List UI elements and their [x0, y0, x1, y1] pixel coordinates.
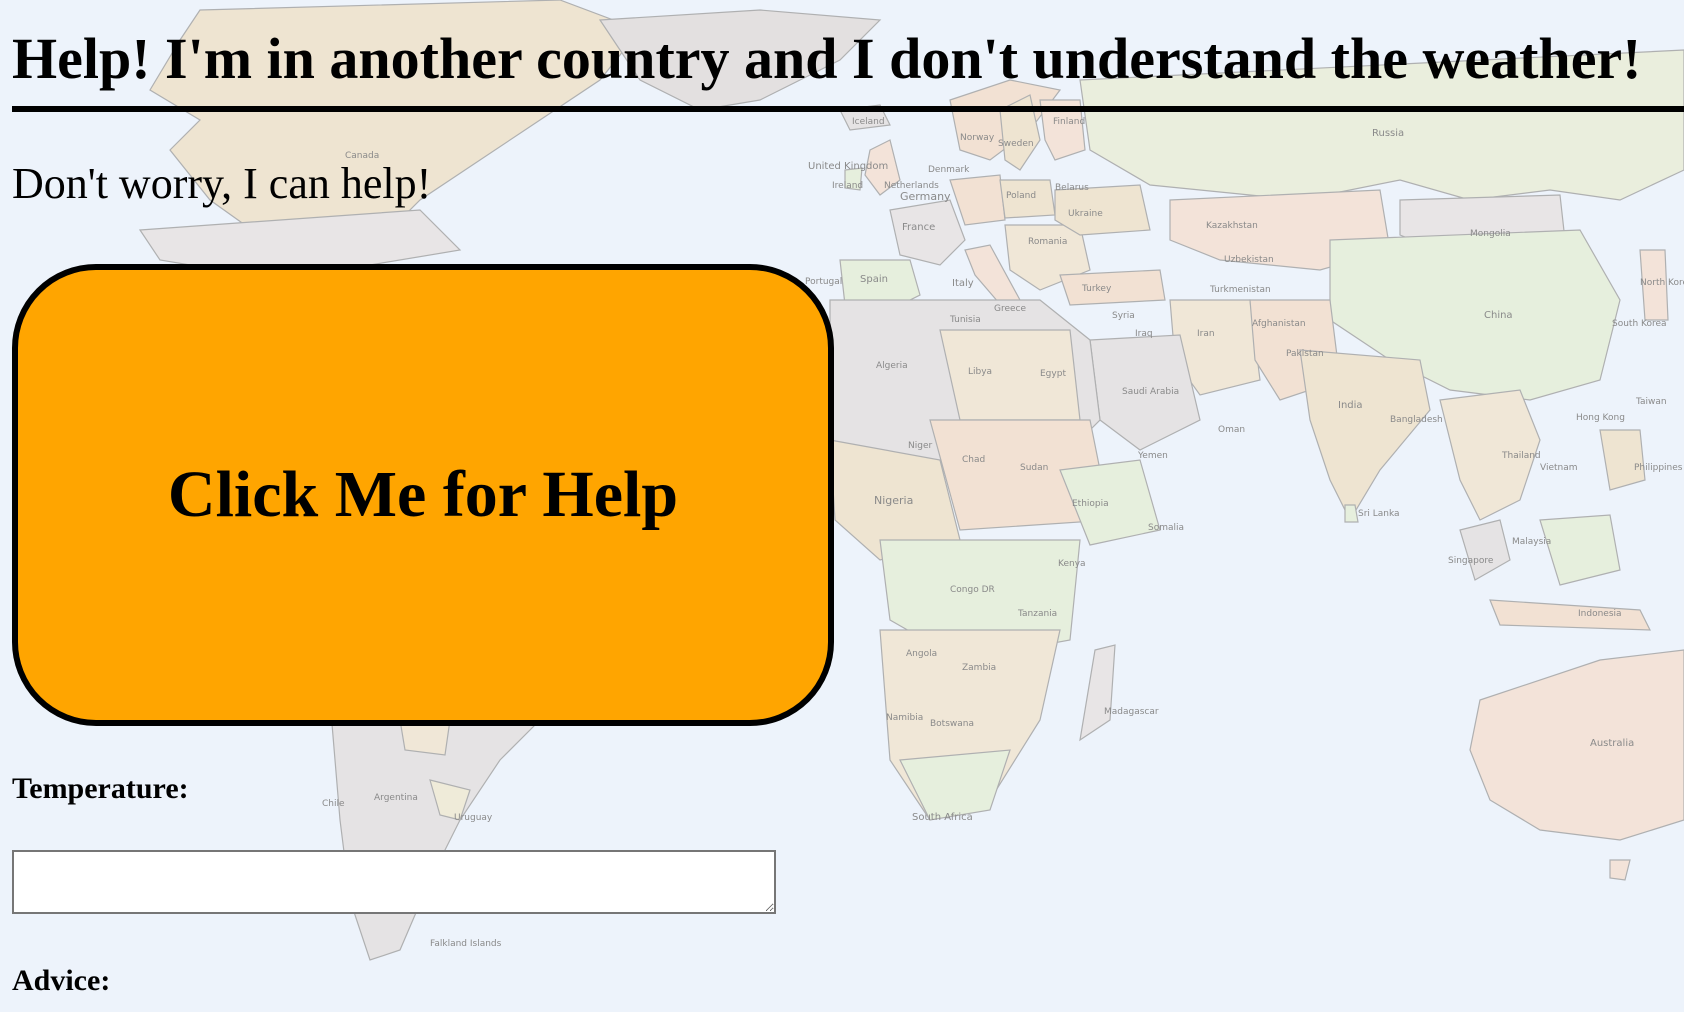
map-label: Ukraine	[1068, 209, 1103, 219]
map-label: Germany	[900, 190, 951, 203]
map-label: Sri Lanka	[1358, 509, 1400, 519]
us-shape	[138, 209, 462, 271]
map-label: Niger	[908, 441, 932, 451]
map-label: Sudan	[1020, 463, 1048, 473]
page-title: Help! I'm in another country and I don't…	[12, 30, 1684, 112]
temperature-input[interactable]	[12, 850, 776, 914]
map-label: India	[1338, 400, 1363, 411]
map-label: Iraq	[1135, 329, 1153, 339]
map-label: Australia	[1590, 738, 1634, 749]
map-label: Libya	[968, 367, 992, 377]
map-label: Finland	[1053, 117, 1085, 127]
germany-shape	[949, 174, 1006, 226]
map-label: Angola	[906, 649, 937, 659]
map-label: Chad	[962, 455, 985, 465]
map-label: Tanzania	[1017, 609, 1057, 619]
map-label: Tunisia	[949, 315, 981, 325]
map-label: Mongolia	[1470, 229, 1511, 239]
indonesia-shape	[1489, 599, 1651, 631]
map-label: Nigeria	[874, 494, 913, 507]
map-label: South Korea	[1612, 319, 1667, 329]
map-label: Ethiopia	[1072, 499, 1109, 509]
map-label: Belarus	[1055, 183, 1089, 193]
map-label: Yemen	[1137, 451, 1168, 461]
map-label: Egypt	[1040, 369, 1066, 379]
map-label: Uzbekistan	[1224, 255, 1274, 265]
map-label: Taiwan	[1635, 397, 1667, 407]
map-label: Kazakhstan	[1206, 221, 1258, 231]
temperature-label: Temperature:	[12, 772, 189, 805]
map-label: Argentina	[374, 793, 418, 803]
map-label: Iran	[1197, 329, 1215, 339]
map-label: Botswana	[930, 719, 974, 729]
map-label: Portugal	[805, 277, 842, 287]
map-label: Romania	[1028, 237, 1067, 247]
map-label: South Africa	[912, 812, 973, 823]
india-shape	[1299, 349, 1431, 522]
map-label: United Kingdom	[808, 161, 888, 172]
map-label: Algeria	[876, 361, 908, 371]
map-label: Malaysia	[1512, 537, 1551, 547]
map-label: Italy	[952, 278, 974, 289]
map-label: Denmark	[928, 165, 970, 175]
map-label: Afghanistan	[1252, 319, 1306, 329]
map-label: North Korea	[1640, 278, 1684, 288]
help-button[interactable]: Click Me for Help	[12, 264, 834, 726]
map-label: Indonesia	[1578, 609, 1622, 619]
australia-shape	[1469, 649, 1684, 841]
page-subtitle: Don't worry, I can help!	[12, 159, 432, 208]
map-label: Hong Kong	[1576, 413, 1625, 423]
map-label: Falkland Islands	[430, 939, 502, 949]
map-label: Philippines	[1634, 463, 1683, 473]
map-label: Greece	[994, 304, 1026, 314]
map-label: Sweden	[998, 139, 1034, 149]
map-label: Singapore	[1448, 556, 1494, 566]
madagascar-shape	[1079, 644, 1116, 742]
map-label: France	[902, 222, 935, 233]
map-label: Kenya	[1058, 559, 1086, 569]
map-label: Ireland	[832, 181, 863, 191]
map-label: Turkey	[1081, 284, 1112, 294]
map-label: Turkmenistan	[1209, 285, 1271, 295]
map-label: Congo DR	[950, 585, 995, 595]
map-label: Norway	[960, 133, 995, 143]
sri-lanka-shape	[1344, 504, 1359, 523]
map-label: Namibia	[886, 713, 923, 723]
malaysia-shape	[1459, 519, 1511, 581]
tasmania-shape	[1609, 859, 1631, 881]
map-label: Iceland	[852, 117, 885, 127]
map-label: Zambia	[962, 663, 996, 673]
map-label: Pakistan	[1286, 349, 1324, 359]
map-label: Uruguay	[454, 813, 493, 823]
map-label: Syria	[1112, 311, 1135, 321]
map-label: China	[1484, 310, 1513, 321]
map-label: Saudi Arabia	[1122, 387, 1179, 397]
map-label: Russia	[1372, 128, 1404, 139]
map-label: Spain	[860, 274, 888, 285]
advice-label: Advice:	[12, 964, 111, 997]
turkey-shape	[1059, 269, 1166, 306]
map-label: Oman	[1218, 425, 1245, 435]
map-label: Somalia	[1148, 523, 1184, 533]
south-africa-shape	[899, 749, 1011, 821]
borneo-shape	[1539, 514, 1621, 586]
map-label: Thailand	[1501, 451, 1541, 461]
map-label: Vietnam	[1540, 463, 1578, 473]
map-label: Chile	[322, 799, 345, 809]
map-label: Madagascar	[1104, 707, 1159, 717]
map-label: Poland	[1006, 191, 1036, 201]
philippines-shape	[1599, 429, 1646, 491]
map-label: Bangladesh	[1390, 415, 1443, 425]
